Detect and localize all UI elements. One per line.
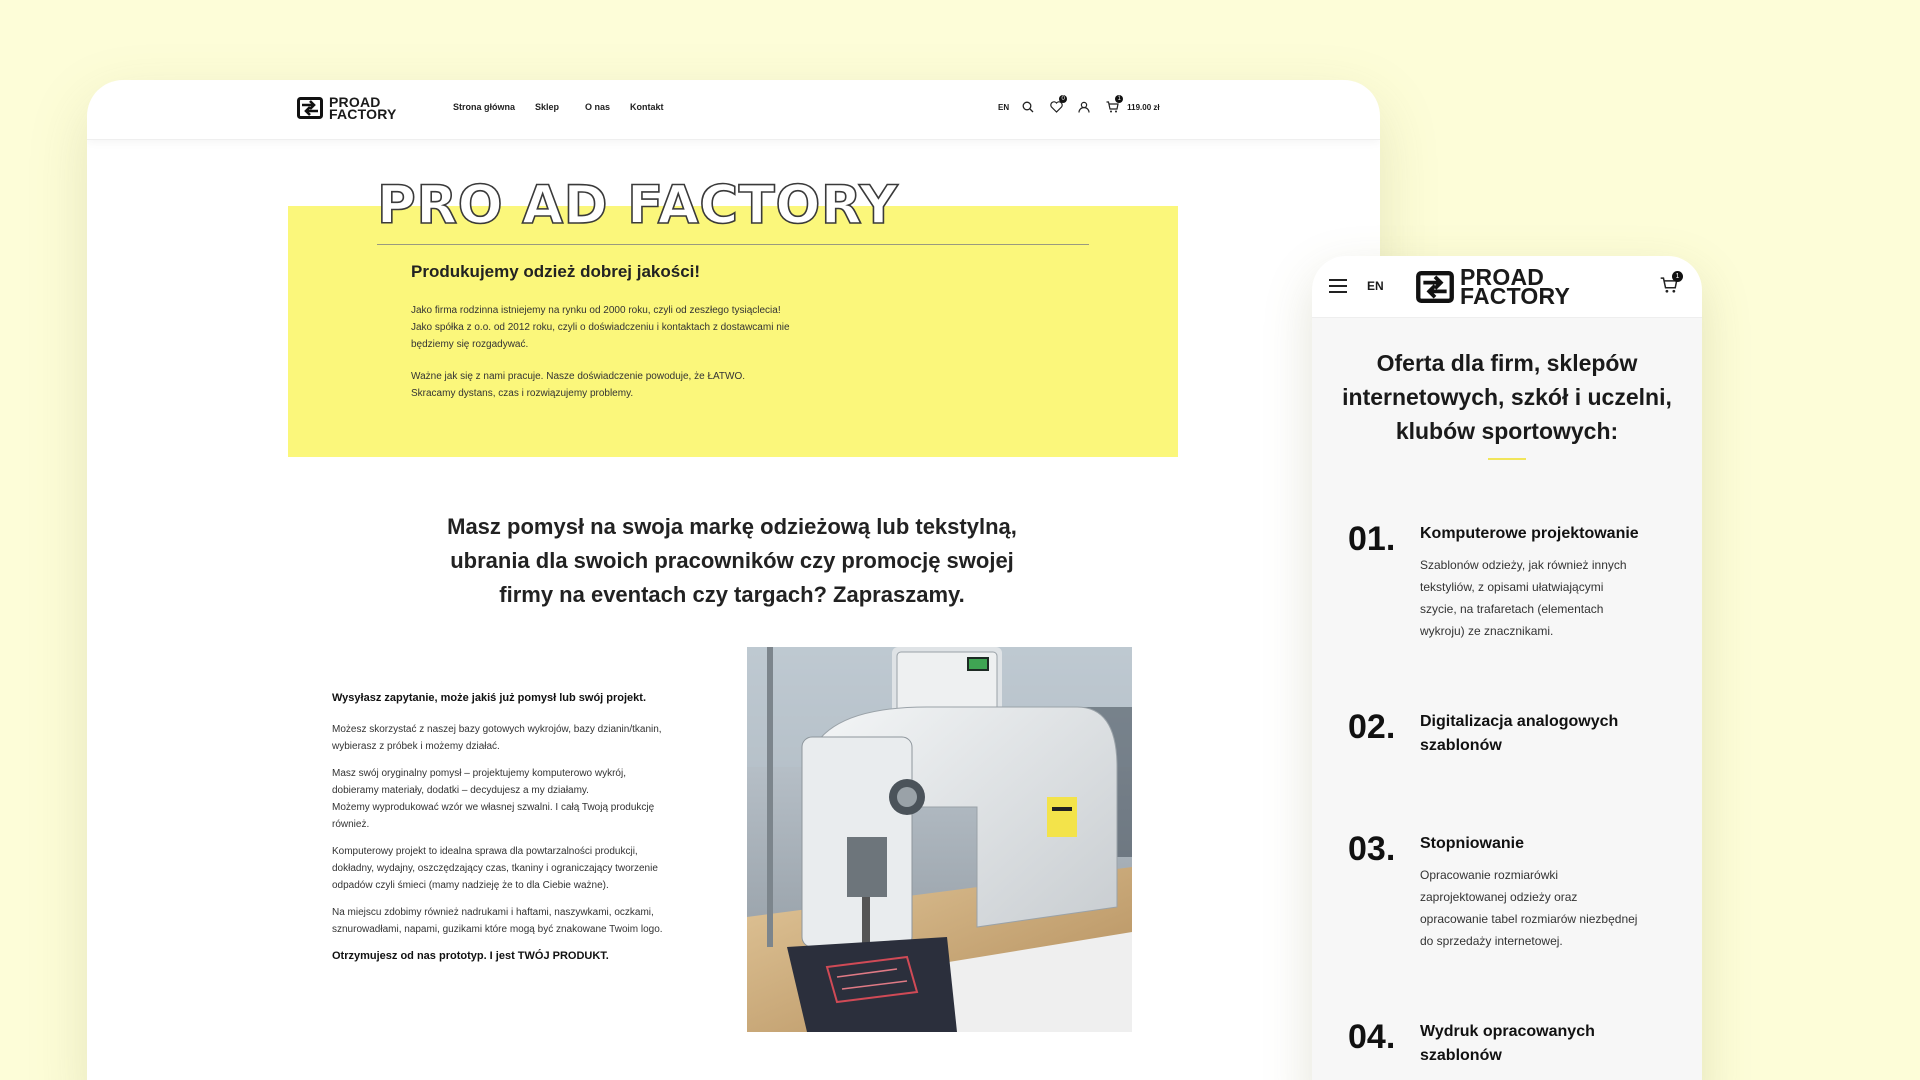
hero-p1-line: będziemy się rozgadywać. xyxy=(411,339,529,350)
mobile-cart-count-badge: 1 xyxy=(1672,271,1683,282)
process-paragraph: Na miejscu zdobimy również nadrukami i h… xyxy=(332,904,692,938)
nav-item-contact[interactable]: Kontakt xyxy=(630,102,664,112)
process-paragraph: Masz swój oryginalny pomysł – projektuje… xyxy=(332,765,692,833)
header-actions: EN 0 1 119.00 zł xyxy=(998,95,1160,116)
text-line: Komputerowy projekt to idealna sprawa dl… xyxy=(332,846,638,857)
site-logo[interactable]: PROAD FACTORY xyxy=(297,95,397,122)
hero-p2-line: Skracamy dystans, czas i rozwiązujemy pr… xyxy=(411,388,634,399)
text-line: Masz swój oryginalny pomysł – projektuje… xyxy=(332,768,626,779)
wishlist-count-badge: 0 xyxy=(1059,95,1068,103)
hero-paragraph-1: Jako firma rodzinna istniejemy na rynku … xyxy=(411,302,831,353)
language-switch[interactable]: EN xyxy=(998,103,1009,112)
process-paragraph: Komputerowy projekt to idealna sprawa dl… xyxy=(332,843,692,894)
account-user-icon[interactable] xyxy=(1075,98,1093,116)
cart-total[interactable]: 119.00 zł xyxy=(1127,103,1159,112)
step-number: 01. xyxy=(1348,520,1396,558)
hero-p1-line: Jako firma rodzinna istniejemy na rynku … xyxy=(411,305,781,316)
mobile-language-switch[interactable]: EN xyxy=(1367,279,1384,293)
step-desc-line: opracowanie tabel rozmiarów niezbędnej xyxy=(1420,912,1638,926)
sewing-machine-photo xyxy=(747,647,1132,1032)
mobile-logo[interactable]: PROAD FACTORY xyxy=(1416,266,1571,309)
step-title: Wydruk opracowanych szablonów xyxy=(1420,1020,1670,1068)
logo-line2: FACTORY xyxy=(329,106,397,122)
text-line: Możemy wyprodukować wzór we własnej szwa… xyxy=(332,802,655,813)
logo-arrows-icon xyxy=(1416,271,1454,303)
hamburger-menu-icon[interactable] xyxy=(1328,278,1348,299)
logo-arrows-icon xyxy=(297,97,323,119)
step-description: Opracowanie rozmiarówki zaprojektowanej … xyxy=(1420,864,1670,952)
process-description: Wysyłasz zapytanie, może jakiś już pomys… xyxy=(332,690,692,979)
logo-line2: FACTORY xyxy=(1460,283,1571,309)
lead-line: firmy na eventach czy targach? Zapraszam… xyxy=(499,582,965,607)
step-title-line: Komputerowe projektowanie xyxy=(1420,525,1639,542)
wishlist-heart-icon[interactable]: 0 xyxy=(1047,95,1068,116)
search-icon[interactable] xyxy=(1019,98,1037,116)
process-heading: Wysyłasz zapytanie, może jakiś już pomys… xyxy=(332,692,647,704)
step-desc-line: szycie, na trafaretach (elementach xyxy=(1420,602,1604,616)
offer-title: Oferta dla firm, sklepów internetowych, … xyxy=(1332,346,1682,448)
hero-subtitle: Produkujemy odzież dobrej jakości! xyxy=(411,262,701,281)
process-paragraph: Możesz skorzystać z naszej bazy gotowych… xyxy=(332,721,692,755)
step-title-line: Digitalizacja analogowych xyxy=(1420,713,1619,730)
text-line: odpadów czyli śmieci (mamy nadzieję że t… xyxy=(332,880,609,891)
step-desc-line: Szablonów odzieży, jak również innych xyxy=(1420,558,1627,572)
cart-icon[interactable]: 1 xyxy=(1103,95,1124,116)
step-title-line: Stopniowanie xyxy=(1420,835,1524,852)
step-desc-line: tekstyliów, z opisami ułatwiającymi xyxy=(1420,580,1604,594)
lead-line: Masz pomysł na swoja markę odzieżową lub… xyxy=(447,514,1017,539)
text-line: wybierasz z próbek i możemy działać. xyxy=(332,741,500,752)
mobile-header: EN PROAD FACTORY 1 xyxy=(1312,256,1702,318)
offer-title-line: Oferta dla firm, sklepów xyxy=(1376,350,1638,376)
step-description: Szablonów odzieży, jak również innych te… xyxy=(1420,554,1670,642)
step-title: Komputerowe projektowanie xyxy=(1420,522,1670,546)
hero-title: PRO AD FACTORY xyxy=(376,174,899,237)
nav-item-about[interactable]: O nas xyxy=(585,102,610,112)
offer-title-line: klubów sportowych: xyxy=(1395,418,1619,444)
hero-paragraph-2: Ważne jak się z nami pracuje. Nasze dośw… xyxy=(411,368,831,402)
hero-p1-line: Jako spółka z o.o. od 2012 roku, czyli o… xyxy=(411,322,790,333)
desktop-mockup: PROAD FACTORY Strona główna Sklep O nas … xyxy=(87,80,1380,1080)
step-title-line: szablonów xyxy=(1420,1047,1502,1064)
step-desc-line: do sprzedaży internetowej. xyxy=(1420,934,1563,948)
nav-item-shop[interactable]: Sklep xyxy=(535,102,559,112)
step-title: Digitalizacja analogowych szablonów xyxy=(1420,710,1670,758)
text-line: Możesz skorzystać z naszej bazy gotowych… xyxy=(332,724,662,735)
step-desc-line: wykroju) ze znacznikami. xyxy=(1420,624,1554,638)
main-nav: Strona główna Sklep O nas Kontakt xyxy=(453,102,684,112)
step-title-line: szablonów xyxy=(1420,737,1502,754)
cart-count-badge: 1 xyxy=(1115,95,1124,103)
step-number: 04. xyxy=(1348,1018,1396,1056)
text-line: dokładny, wydajny, oszczędzający czas, t… xyxy=(332,863,658,874)
step-number: 02. xyxy=(1348,708,1396,746)
step-title: Stopniowanie xyxy=(1420,832,1670,856)
nav-item-home[interactable]: Strona główna xyxy=(453,102,515,112)
step-desc-line: zaprojektowanej odzieży oraz xyxy=(1420,890,1578,904)
text-line: sznurowadłami, napami, guzikami które mo… xyxy=(332,924,663,935)
site-header: PROAD FACTORY Strona główna Sklep O nas … xyxy=(87,80,1380,140)
step-title-line: Wydruk opracowanych xyxy=(1420,1023,1595,1040)
hero-p2-line: Ważne jak się z nami pracuje. Nasze dośw… xyxy=(411,371,746,382)
text-line: również. xyxy=(332,819,370,830)
hero-divider xyxy=(377,244,1089,245)
text-line: dobieramy materiały, dodatki – decydujes… xyxy=(332,785,589,796)
title-accent-line xyxy=(1488,458,1526,460)
offer-title-line: internetowych, szkół i uczelni, xyxy=(1342,384,1672,410)
mobile-content: Oferta dla firm, sklepów internetowych, … xyxy=(1312,318,1702,1080)
text-line: Na miejscu zdobimy również nadrukami i h… xyxy=(332,907,654,918)
mobile-cart-icon[interactable]: 1 xyxy=(1660,271,1683,294)
step-desc-line: Opracowanie rozmiarówki xyxy=(1420,868,1559,882)
mobile-mockup: EN PROAD FACTORY 1 Oferta dla firm, skle… xyxy=(1312,256,1702,1080)
process-closing: Otrzymujesz od nas prototyp. I jest TWÓJ… xyxy=(332,950,609,962)
lead-heading: Masz pomysł na swoja markę odzieżową lub… xyxy=(417,510,1047,612)
step-number: 03. xyxy=(1348,830,1396,868)
lead-line: ubrania dla swoich pracowników czy promo… xyxy=(450,548,1014,573)
